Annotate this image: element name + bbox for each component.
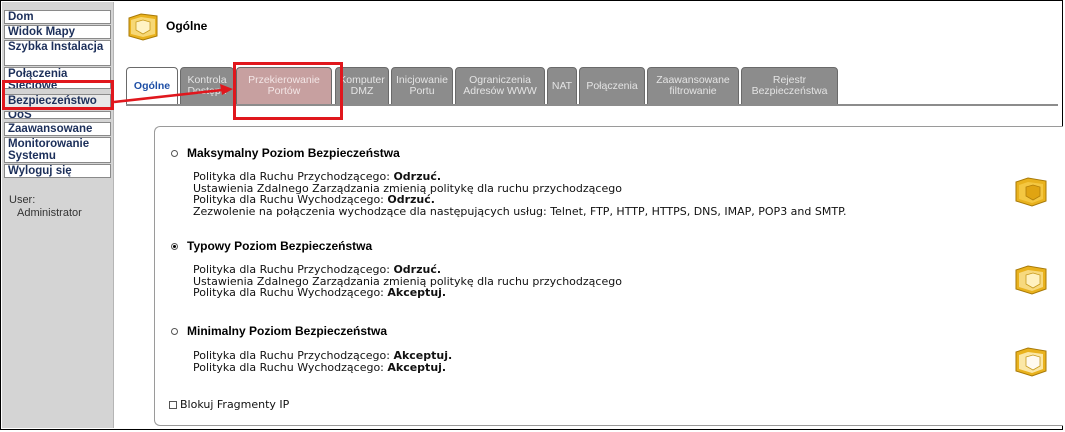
ip-fragments-row: Blokuj Fragmenty IP — [169, 398, 289, 411]
sidebar: Dom Widok Mapy Szybka Instalacja Połącze… — [2, 2, 114, 428]
radio-min-security[interactable] — [171, 328, 178, 335]
tab-nat[interactable]: NAT — [547, 67, 577, 105]
shield-medium-icon — [1015, 265, 1047, 295]
level-title-typical: Typowy Poziom Bezpieczeństwa — [187, 239, 373, 253]
sidebar-item-logout[interactable]: Wyloguj się — [4, 164, 111, 178]
tab-connections[interactable]: Połączenia — [579, 67, 645, 105]
level-desc-min: Polityka dla Ruchu Przychodzącego: Akcep… — [193, 350, 452, 373]
line-text: Polityka dla Ruchu Wychodzącego: — [193, 286, 388, 299]
line-value: Akceptuj. — [387, 286, 447, 299]
tab-dmz-host[interactable]: Komputer DMZ — [335, 67, 389, 105]
tab-port-triggering[interactable]: Inicjowanie Portu — [391, 67, 453, 105]
tab-web-restrictions[interactable]: Ograniczenia Adresów WWW — [455, 67, 545, 105]
sidebar-item-advanced[interactable]: Zaawansowane — [4, 122, 111, 136]
user-value: Administrator — [17, 207, 82, 219]
sidebar-item-quick-setup[interactable]: Szybka Instalacja — [4, 40, 111, 66]
shield-low-icon — [1015, 347, 1047, 377]
sidebar-item-map-view[interactable]: Widok Mapy — [4, 25, 111, 39]
shield-full-icon — [1015, 177, 1047, 207]
annotation-box-security — [2, 80, 114, 110]
tab-security-log[interactable]: Rejestr Bezpieczeństwa — [741, 67, 838, 105]
level-desc-max: Polityka dla Ruchu Przychodzącego: Odrzu… — [193, 171, 847, 217]
level-title-min: Minimalny Poziom Bezpieczeństwa — [187, 324, 388, 338]
level-title-max: Maksymalny Poziom Bezpieczeństwa — [187, 146, 400, 160]
sidebar-item-dom[interactable]: Dom — [4, 10, 111, 24]
level-desc-typical: Polityka dla Ruchu Przychodzącego: Odrzu… — [193, 264, 622, 299]
tab-general[interactable]: Ogólne — [126, 67, 178, 105]
tab-advanced-filtering[interactable]: Zaawansowane filtrowanie — [647, 67, 739, 105]
tab-access-control[interactable]: Kontrola Dostępu — [180, 67, 234, 105]
line-value: Akceptuj. — [387, 360, 447, 374]
sidebar-item-qos[interactable]: QoS — [4, 111, 111, 119]
line-text: Zezwolenie na połączenia wychodzące dla … — [193, 204, 847, 218]
radio-max-security[interactable] — [171, 150, 178, 157]
user-label: User: — [9, 194, 36, 206]
annotation-box-port-forwarding — [233, 62, 343, 120]
sidebar-item-system-monitoring[interactable]: Monitorowanie Systemu — [4, 137, 111, 163]
block-ip-fragments-label: Blokuj Fragmenty IP — [180, 398, 290, 411]
folder-shield-icon — [128, 13, 158, 41]
block-ip-fragments-checkbox[interactable] — [169, 400, 177, 409]
user-info: User: Administrator — [9, 194, 113, 220]
radio-typical-security[interactable] — [171, 243, 178, 250]
line-text: Polityka dla Ruchu Wychodzącego: — [193, 360, 388, 374]
page-title: Ogólne — [166, 19, 208, 33]
